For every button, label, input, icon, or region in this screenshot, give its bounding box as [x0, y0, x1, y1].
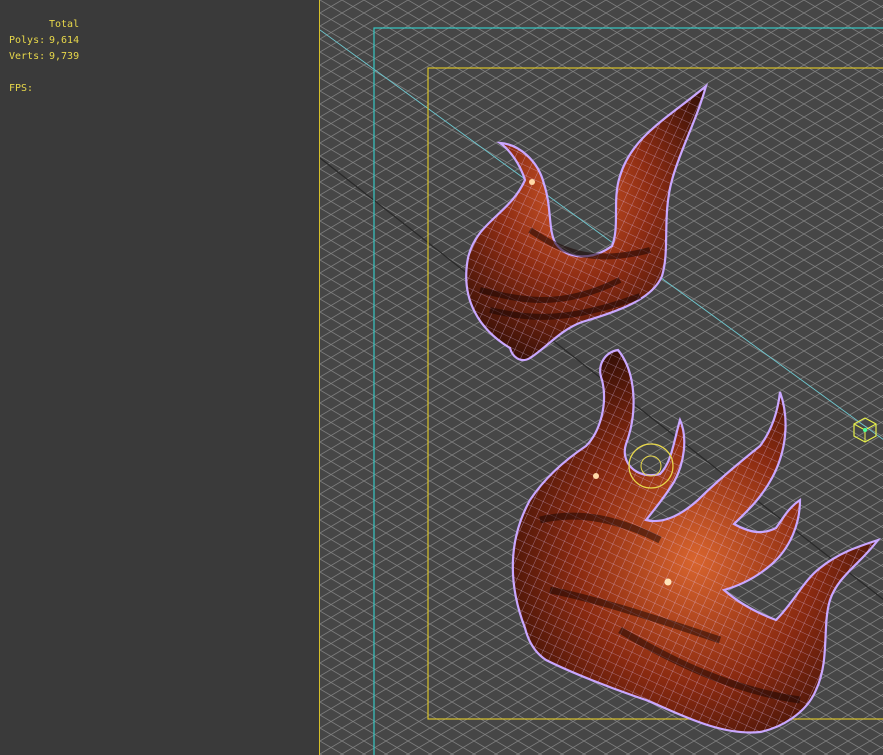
clipped-toolbar-text: — — — — [99, 0, 129, 6]
fps-label: FPS: — [9, 83, 34, 94]
verts-value: 9,739 — [49, 51, 80, 62]
specular-highlight — [664, 578, 672, 586]
verts-label: Verts: — [9, 51, 46, 62]
viewport-scene[interactable] — [320, 0, 883, 755]
stats-title: Total — [49, 19, 80, 30]
polys-value: 9,614 — [49, 35, 80, 46]
specular-highlight — [593, 473, 599, 479]
3d-viewport[interactable] — [319, 0, 883, 755]
polys-label: Polys: — [9, 35, 46, 46]
statistics-panel: — — — Total Polys: 9,614 Verts: 9,739 FP… — [0, 0, 319, 755]
specular-highlight — [529, 179, 535, 185]
